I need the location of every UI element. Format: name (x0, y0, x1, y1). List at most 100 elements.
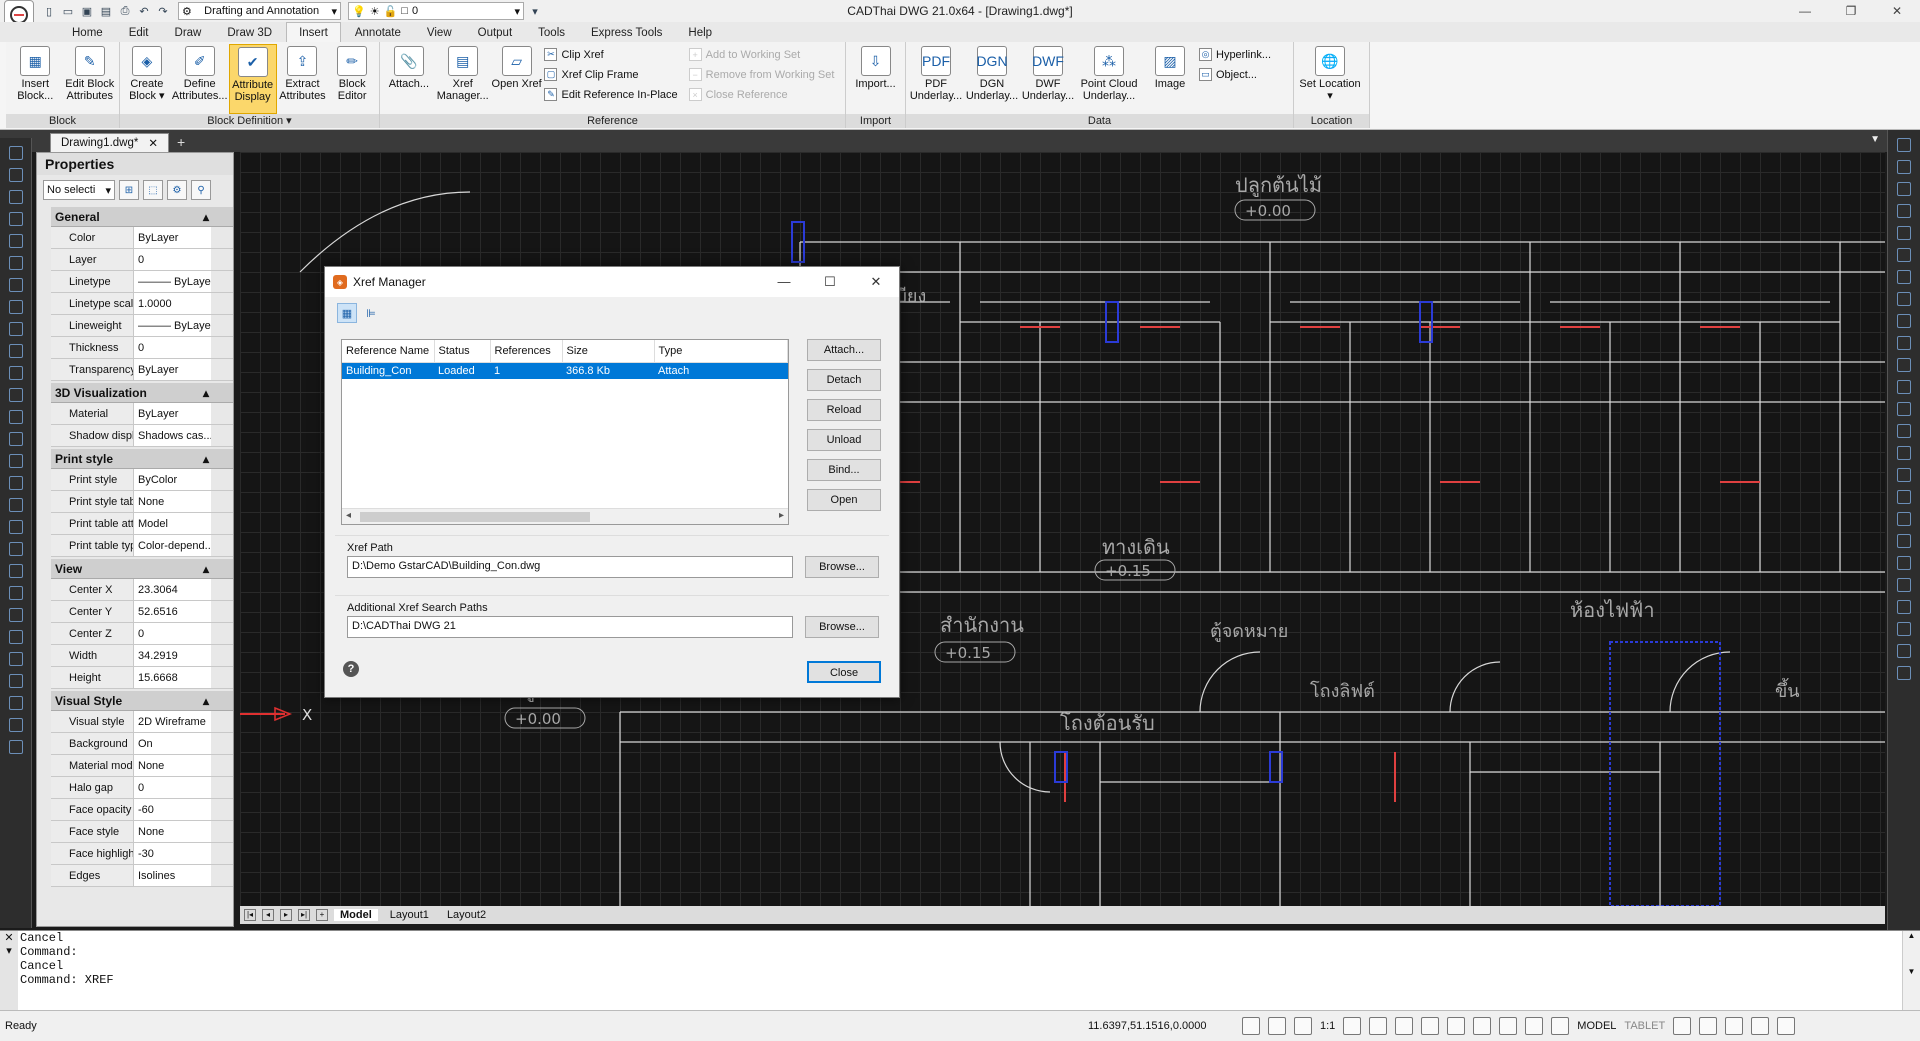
workspace-select[interactable]: ⚙ Drafting and Annotation ▾ (178, 2, 341, 20)
open-icon[interactable]: ▭ (60, 3, 76, 19)
spline-icon[interactable] (8, 256, 23, 270)
property-row[interactable]: Print style tableNone (51, 491, 233, 513)
workspace-icon[interactable] (1294, 1017, 1312, 1035)
rotate-icon[interactable] (8, 454, 23, 468)
properties-icon[interactable] (1897, 490, 1911, 504)
close-button[interactable]: Close (807, 661, 881, 683)
property-value[interactable]: 0 (133, 623, 211, 644)
property-value[interactable]: ——— ByLayer (133, 315, 211, 336)
hyperlink-button[interactable]: ◎ Hyperlink... (1199, 46, 1275, 63)
tree-view-icon[interactable]: ⊫ (361, 303, 381, 323)
tab-draw[interactable]: Draw (163, 24, 214, 42)
detach-button[interactable]: Detach (807, 369, 881, 391)
rotate-icon[interactable] (1897, 270, 1911, 284)
collapse-icon[interactable]: ▴ (203, 559, 209, 578)
col-references[interactable]: References (490, 340, 563, 363)
auto-scale-icon[interactable] (1369, 1017, 1388, 1035)
scale-icon[interactable] (8, 476, 23, 490)
property-row[interactable]: Linetype scale 1.0000 (51, 293, 233, 315)
property-row[interactable]: Center X 23.3064 (51, 579, 233, 601)
leader-icon[interactable] (1897, 600, 1911, 614)
table-row[interactable]: Building_Con Loaded 1 366.8 Kb Attach (342, 362, 788, 379)
command-line[interactable]: ✕ ▾ Cancel Command: Cancel Command: XREF ▲ ▼ (0, 930, 1920, 1011)
offset-icon[interactable] (1897, 204, 1911, 218)
property-value[interactable]: 0 (133, 249, 211, 270)
ortho-icon[interactable] (1421, 1017, 1440, 1035)
bind-button[interactable]: Bind... (807, 459, 881, 481)
scroll-left-icon[interactable]: ◂ (346, 510, 351, 521)
property-value[interactable]: 34.2919 (133, 645, 211, 666)
array-icon[interactable] (8, 542, 23, 556)
polar-icon[interactable] (1447, 1017, 1466, 1035)
xref-path-field[interactable]: D:\Demo GstarCAD\Building_Con.dwg (347, 556, 793, 578)
last-layout-icon[interactable]: ▸| (298, 909, 310, 921)
xref-manager-button[interactable]: ▤ Xref Manager... (437, 44, 489, 114)
property-row[interactable]: Face style None (51, 821, 233, 843)
mirror-icon[interactable] (1897, 182, 1911, 196)
hatch-edit-icon[interactable] (1897, 622, 1911, 636)
line-icon[interactable] (8, 146, 23, 160)
browse-path-button[interactable]: Browse... (805, 556, 879, 578)
mirror-icon[interactable] (8, 498, 23, 512)
layer-icon[interactable] (1897, 534, 1911, 548)
grid-icon[interactable] (1395, 1017, 1414, 1035)
section-header[interactable]: 3D Visualization ▴ (51, 383, 233, 403)
pan-icon[interactable] (8, 630, 23, 644)
move-icon[interactable] (8, 410, 23, 424)
property-value[interactable]: 0 (133, 337, 211, 358)
edit-block-attributes-button[interactable]: ✎ Edit Block Attributes (64, 44, 117, 114)
section-header[interactable]: Visual Style ▴ (51, 691, 233, 711)
define-attributes-button[interactable]: ✐ Define Attributes... (172, 44, 228, 114)
customize-qat-icon[interactable]: ▾ (527, 3, 543, 19)
tab-model[interactable]: Model (334, 909, 378, 921)
zoom-icon[interactable] (8, 652, 23, 666)
property-value[interactable]: ByLayer (133, 227, 211, 248)
tab-draw-3d[interactable]: Draw 3D (215, 24, 284, 42)
insert-block-button[interactable]: ▦ Insert Block... (9, 44, 62, 114)
property-value[interactable]: Model (133, 513, 211, 534)
tab-edit[interactable]: Edit (117, 24, 161, 42)
offset-icon[interactable] (8, 520, 23, 534)
ellipse-icon[interactable] (8, 278, 23, 292)
tab-drawing1[interactable]: Drawing1.dwg* ✕ (50, 133, 169, 152)
point-icon[interactable] (8, 300, 23, 314)
break-icon[interactable] (1897, 380, 1911, 394)
property-value[interactable]: 1.0000 (133, 293, 211, 314)
property-value[interactable]: Isolines (133, 865, 211, 886)
panel-title[interactable]: Block Definition ▾ (120, 114, 379, 128)
property-row[interactable]: Print table att...Model (51, 513, 233, 535)
help-icon[interactable]: ? (343, 661, 359, 677)
toggle-pickadd-icon[interactable]: ⊞ (119, 180, 139, 200)
arc-icon[interactable] (8, 190, 23, 204)
property-row[interactable]: Lineweight ——— ByLayer (51, 315, 233, 337)
extract-attributes-button[interactable]: ⇪ Extract Attributes (279, 44, 327, 114)
collapse-icon[interactable]: ▴ (203, 383, 209, 402)
copy-icon[interactable] (1897, 160, 1911, 174)
attach-button[interactable]: 📎 Attach... (383, 44, 435, 114)
model-toggle[interactable]: MODEL (1577, 1020, 1616, 1032)
save-icon[interactable]: ▣ (79, 3, 95, 19)
copy-icon[interactable] (8, 432, 23, 446)
block-icon[interactable] (1897, 644, 1911, 658)
chamfer-icon[interactable] (1897, 424, 1911, 438)
new-icon[interactable]: ▯ (41, 3, 57, 19)
collapse-icon[interactable]: ▴ (203, 691, 209, 710)
command-line-handle[interactable]: ✕ ▾ (0, 931, 18, 1011)
trim-icon[interactable] (1897, 336, 1911, 350)
property-row[interactable]: Material ByLayer (51, 403, 233, 425)
filter-icon[interactable]: ⚲ (191, 180, 211, 200)
quick-select-icon[interactable]: ⚙ (167, 180, 187, 200)
section-header[interactable]: Print style ▴ (51, 449, 233, 469)
annotation-scale-icon[interactable] (1242, 1017, 1260, 1035)
horizontal-scrollbar[interactable]: ◂ ▸ (342, 508, 788, 524)
settings-icon[interactable] (1673, 1017, 1692, 1035)
property-value[interactable]: 15.6668 (133, 667, 211, 688)
property-row[interactable]: Print style ByColor (51, 469, 233, 491)
stretch-icon[interactable] (1897, 314, 1911, 328)
tab-express-tools[interactable]: Express Tools (579, 24, 674, 42)
object-button[interactable]: ▭ Object... (1199, 66, 1275, 83)
circle-icon[interactable] (8, 212, 23, 226)
prev-layout-icon[interactable]: ◂ (262, 909, 274, 921)
extend-icon[interactable] (1897, 358, 1911, 372)
property-value[interactable]: ByLayer (133, 359, 211, 380)
